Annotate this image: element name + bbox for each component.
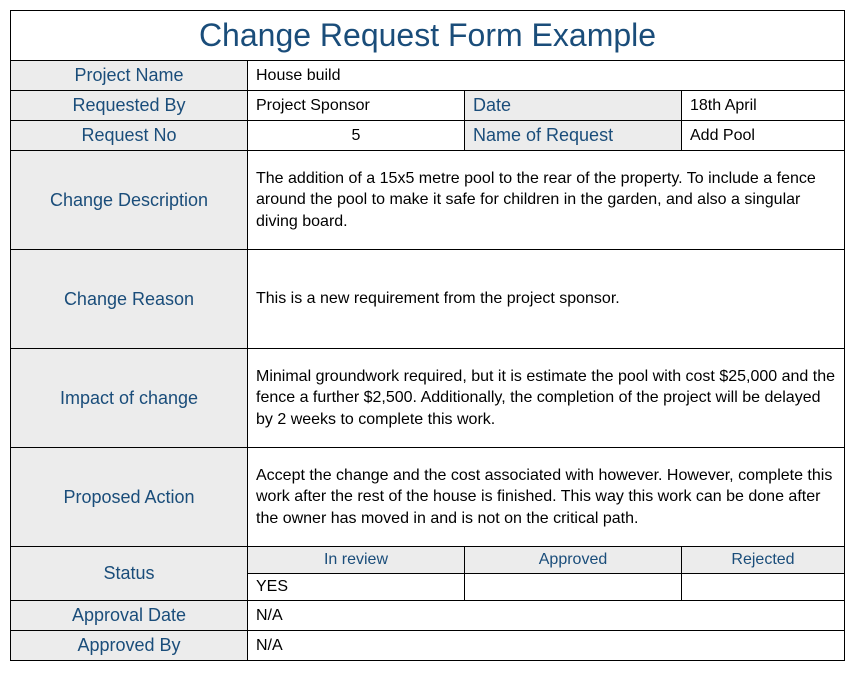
approved-by-value: N/A	[248, 631, 845, 661]
date-label: Date	[465, 91, 682, 121]
form-title: Change Request Form Example	[11, 11, 845, 61]
name-of-request-label: Name of Request	[465, 121, 682, 151]
status-approved-value	[465, 574, 682, 601]
approval-date-value: N/A	[248, 601, 845, 631]
change-reason-label: Change Reason	[11, 250, 248, 349]
request-no-label: Request No	[11, 121, 248, 151]
change-description-label: Change Description	[11, 151, 248, 250]
approved-by-label: Approved By	[11, 631, 248, 661]
change-request-form: Change Request Form Example Project Name…	[10, 10, 845, 661]
impact-label: Impact of change	[11, 349, 248, 448]
status-in-review-value: YES	[248, 574, 465, 601]
status-approved-label: Approved	[465, 547, 682, 574]
status-in-review-label: In review	[248, 547, 465, 574]
change-description-value: The addition of a 15x5 metre pool to the…	[248, 151, 845, 250]
project-name-label: Project Name	[11, 61, 248, 91]
status-rejected-label: Rejected	[682, 547, 845, 574]
status-label: Status	[11, 547, 248, 601]
impact-value: Minimal groundwork required, but it is e…	[248, 349, 845, 448]
requested-by-label: Requested By	[11, 91, 248, 121]
proposed-action-value: Accept the change and the cost associate…	[248, 448, 845, 547]
proposed-action-label: Proposed Action	[11, 448, 248, 547]
status-rejected-value	[682, 574, 845, 601]
project-name-value: House build	[248, 61, 845, 91]
name-of-request-value: Add Pool	[682, 121, 845, 151]
requested-by-value: Project Sponsor	[248, 91, 465, 121]
date-value: 18th April	[682, 91, 845, 121]
change-reason-value: This is a new requirement from the proje…	[248, 250, 845, 349]
request-no-value: 5	[248, 121, 465, 151]
approval-date-label: Approval Date	[11, 601, 248, 631]
